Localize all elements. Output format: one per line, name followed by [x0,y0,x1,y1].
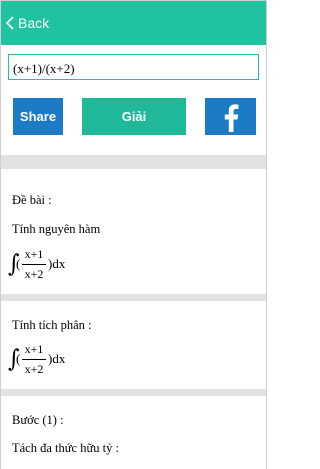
step-section: Bước (1) : Tách đa thức hữu tỷ : [1,396,266,469]
fraction-bar [22,264,46,265]
separator [1,155,266,169]
share-button[interactable]: Share [13,98,63,135]
back-button[interactable]: Back [1,1,49,45]
back-label: Back [18,15,50,31]
section-heading: Bước (1) : [12,413,64,427]
denominator: x+2 [24,267,44,281]
problem-section: Đề bài : Tính nguyên hàm ∫ ( x+1 x+2 )dx [1,176,266,294]
denominator: x+2 [24,362,44,376]
section-subheading: Tách đa thức hữu tỷ : [12,441,119,455]
expression-input[interactable] [8,54,259,80]
definite-integral-section: Tính tích phân : ∫ ( x+1 x+2 )dx [1,301,266,389]
numerator: x+1 [24,342,44,356]
section-heading: Đề bài : [12,193,52,207]
separator [1,389,266,396]
open-paren: ( [16,256,21,271]
input-panel: Share Giải [1,45,266,155]
numerator: x+1 [24,247,44,261]
solve-button[interactable]: Giải [82,98,186,135]
fraction: x+1 x+2 [21,341,47,378]
section-subheading: Tính nguyên hàm [12,222,101,236]
separator [1,294,266,301]
solve-button-label: Giải [121,109,147,124]
open-paren: ( [16,351,21,366]
chevron-left-icon [6,16,14,30]
differential: )dx [48,256,66,271]
section-heading: Tính tích phân : [12,318,92,332]
differential: )dx [48,351,66,366]
top-app-bar: Back [1,1,266,45]
facebook-icon [224,103,238,132]
fraction: x+1 x+2 [21,246,47,283]
facebook-share-button[interactable] [205,98,256,135]
fraction-bar [22,359,46,360]
share-button-label: Share [19,109,57,124]
